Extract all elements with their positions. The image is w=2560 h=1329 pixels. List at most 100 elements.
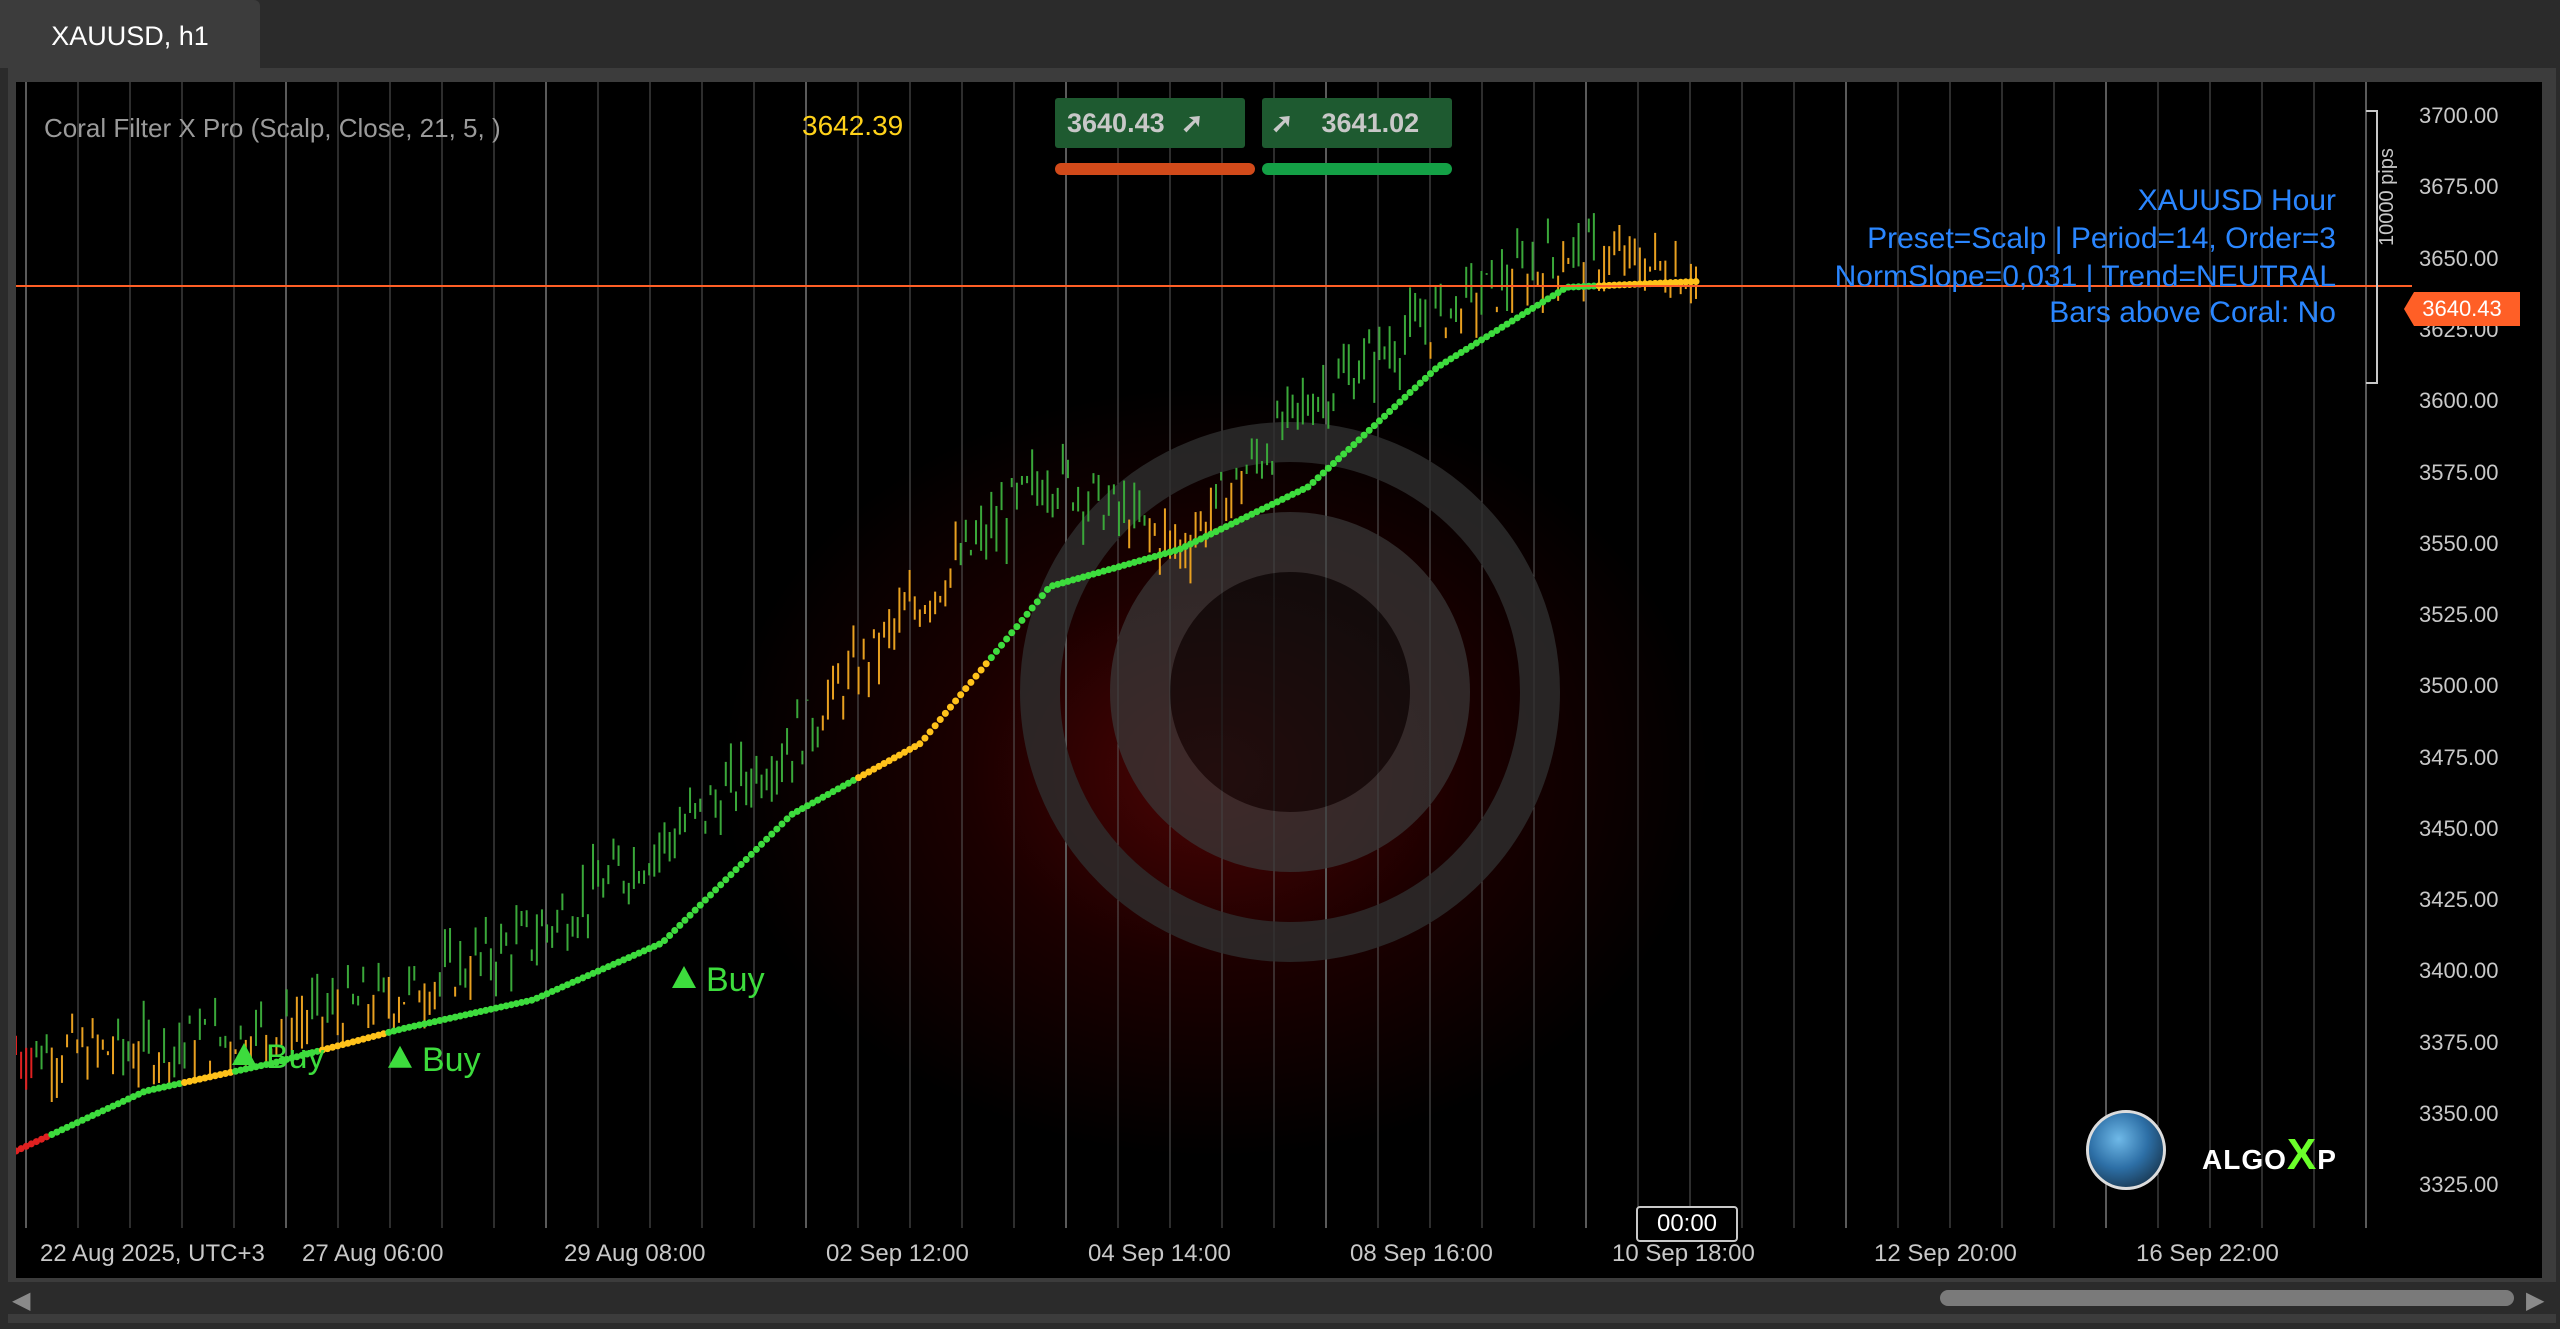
coral-point	[957, 691, 965, 699]
cursor-time-box: 00:00	[1636, 1206, 1738, 1242]
coral-point	[982, 660, 990, 668]
coral-point	[701, 896, 709, 904]
coral-point	[1003, 635, 1011, 643]
coral-point	[967, 678, 975, 686]
coral-point	[962, 685, 970, 693]
coral-point	[1033, 598, 1041, 606]
buy-spread-bar	[1262, 163, 1452, 175]
coral-point	[941, 709, 949, 717]
triangle-up-icon	[388, 1045, 412, 1068]
coral-point	[722, 876, 730, 884]
coral-point	[661, 937, 669, 945]
coral-point	[686, 911, 694, 919]
scroll-right-icon[interactable]: ▶	[2526, 1286, 2544, 1315]
price-axis-label: 3375.00	[2419, 1029, 2499, 1055]
arrow-up-right-icon: ➚	[1180, 108, 1204, 138]
coral-point	[696, 901, 704, 909]
coral-point	[1038, 592, 1046, 600]
coral-point	[936, 716, 944, 724]
tab-xauusd-h1[interactable]: XAUUSD, h1	[0, 0, 260, 68]
pips-label: 10000 pips	[2376, 148, 2398, 246]
coral-point	[1396, 398, 1404, 406]
coral-point	[706, 891, 714, 899]
buy-signal-label: Buy	[422, 1041, 481, 1079]
coral-point	[926, 728, 934, 736]
coral-point	[1018, 616, 1026, 624]
time-axis-label: 16 Sep 22:00	[2136, 1240, 2279, 1267]
coral-point	[1692, 278, 1700, 286]
coral-point	[666, 932, 674, 940]
coral-point	[717, 881, 725, 889]
buy-signal-label: Buy	[266, 1038, 325, 1076]
triangle-up-icon	[672, 965, 696, 988]
coral-point	[1340, 450, 1348, 458]
info-line-slope: NormSlope=0,031 | Trend=NEUTRAL	[1834, 260, 2336, 293]
sell-price: 3640.43	[1067, 108, 1165, 138]
coral-point	[671, 926, 679, 934]
coral-point	[712, 886, 720, 894]
time-axis-label: 04 Sep 14:00	[1088, 1240, 1231, 1267]
coral-point	[952, 697, 960, 705]
info-line-preset: Preset=Scalp | Period=14, Order=3	[1867, 222, 2336, 255]
coral-point	[916, 740, 924, 748]
arrow-up-right-icon: ➚	[1270, 108, 1294, 138]
coral-point	[1370, 422, 1378, 430]
coral-point	[1008, 629, 1016, 637]
time-axis-label: 29 Aug 08:00	[564, 1240, 706, 1267]
scroll-thumb[interactable]	[1940, 1290, 2514, 1306]
price-axis-label: 3600.00	[2419, 388, 2499, 414]
time-axis-label: 27 Aug 06:00	[302, 1240, 444, 1267]
buy-button[interactable]: ➚ 3641.02	[1262, 98, 1452, 148]
coral-point	[1350, 441, 1358, 449]
info-line-bars: Bars above Coral: No	[2049, 296, 2336, 329]
price-axis-label: 3475.00	[2419, 744, 2499, 770]
indicator-value: 3642.39	[802, 110, 904, 141]
coral-point	[1314, 474, 1322, 482]
coral-point	[1355, 436, 1363, 444]
coral-point	[752, 845, 760, 853]
coral-point	[1319, 469, 1327, 477]
price-axis-label: 3700.00	[2419, 103, 2499, 129]
coral-point	[1406, 389, 1414, 397]
coral-point	[768, 830, 776, 838]
coral-point	[946, 703, 954, 711]
price-axis-label: 3500.00	[2419, 673, 2499, 699]
price-axis-label: 3350.00	[2419, 1100, 2499, 1126]
coral-point	[1365, 426, 1373, 434]
coral-point	[732, 866, 740, 874]
coral-point	[758, 840, 766, 848]
coral-point	[773, 825, 781, 833]
coral-point	[727, 871, 735, 879]
buy-signal-label: Buy	[706, 961, 765, 999]
coral-point	[1381, 412, 1389, 420]
time-axis-label: 02 Sep 12:00	[826, 1240, 969, 1267]
coral-point	[1335, 455, 1343, 463]
coral-point	[1345, 445, 1353, 453]
coral-point	[992, 647, 1000, 655]
time-axis-label: 12 Sep 20:00	[1874, 1240, 2017, 1267]
coral-point	[1360, 431, 1368, 439]
price-axis-label: 3450.00	[2419, 815, 2499, 841]
coral-point	[1421, 374, 1429, 382]
coral-point	[763, 835, 771, 843]
buy-price: 3641.02	[1321, 108, 1420, 138]
coral-point	[742, 855, 750, 863]
info-line-symbol: XAUUSD Hour	[2137, 184, 2336, 217]
coral-point	[747, 850, 755, 858]
sell-spread-bar	[1055, 163, 1255, 175]
sell-button[interactable]: 3640.43 ➚	[1055, 98, 1245, 148]
price-axis-label: 3575.00	[2419, 459, 2499, 485]
tab-bar: XAUUSD, h1	[0, 0, 2560, 68]
indicator-title[interactable]: Coral Filter X Pro (Scalp, Close, 21, 5,…	[44, 113, 501, 144]
price-axis-label: 3425.00	[2419, 887, 2499, 913]
scroll-left-icon[interactable]: ◀	[12, 1286, 30, 1315]
time-axis-label: 22 Aug 2025, UTC+3	[40, 1240, 265, 1267]
price-axis-label: 3525.00	[2419, 602, 2499, 628]
price-axis-label: 3400.00	[2419, 958, 2499, 984]
coral-point	[1375, 417, 1383, 425]
coral-point	[1391, 403, 1399, 411]
algoxp-logo: ALGOXP	[2202, 1130, 2337, 1179]
coral-point	[987, 654, 995, 662]
price-axis-label: 3675.00	[2419, 174, 2499, 200]
price-axis-label: 3650.00	[2419, 245, 2499, 271]
